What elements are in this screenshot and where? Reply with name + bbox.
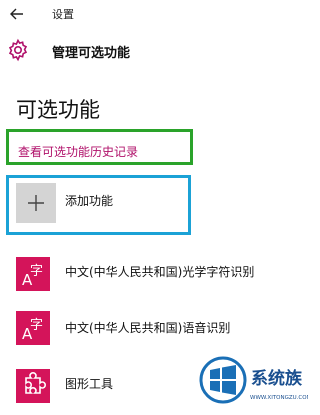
- add-feature-label[interactable]: 添加功能: [65, 192, 113, 209]
- window-title: 设置: [52, 8, 74, 21]
- svg-text:系统族: 系统族: [251, 368, 303, 389]
- plus-icon: [28, 195, 44, 211]
- page-header: 管理可选功能: [0, 34, 308, 68]
- section-title: 可选功能: [16, 98, 100, 122]
- puzzle-glyph: [25, 372, 46, 394]
- feature-item-label[interactable]: 中文(中华人民共和国)语音识别: [65, 319, 230, 336]
- feature-item-label[interactable]: 中文(中华人民共和国)光学字符识别: [65, 263, 254, 280]
- feature-history-link[interactable]: 查看可选功能历史记录: [18, 143, 138, 160]
- gear-icon: [8, 38, 28, 62]
- glyph-char: 字: [30, 264, 44, 279]
- title-bar: 设置: [0, 0, 308, 28]
- language-char-icon: A 字: [16, 257, 50, 291]
- back-arrow-icon: [10, 8, 23, 20]
- back-button[interactable]: [4, 2, 30, 26]
- page-title: 管理可选功能: [52, 46, 131, 61]
- glyph-char: 字: [30, 318, 44, 333]
- puzzle-piece-icon: [16, 369, 50, 403]
- language-char-icon: A 字: [16, 311, 50, 345]
- add-feature-button[interactable]: [16, 183, 56, 223]
- site-watermark-logo: 系统族 WWW.XITONGZU.COM: [199, 356, 308, 404]
- svg-text:WWW.XITONGZU.COM: WWW.XITONGZU.COM: [250, 395, 308, 401]
- feature-item-label[interactable]: 图形工具: [65, 375, 113, 392]
